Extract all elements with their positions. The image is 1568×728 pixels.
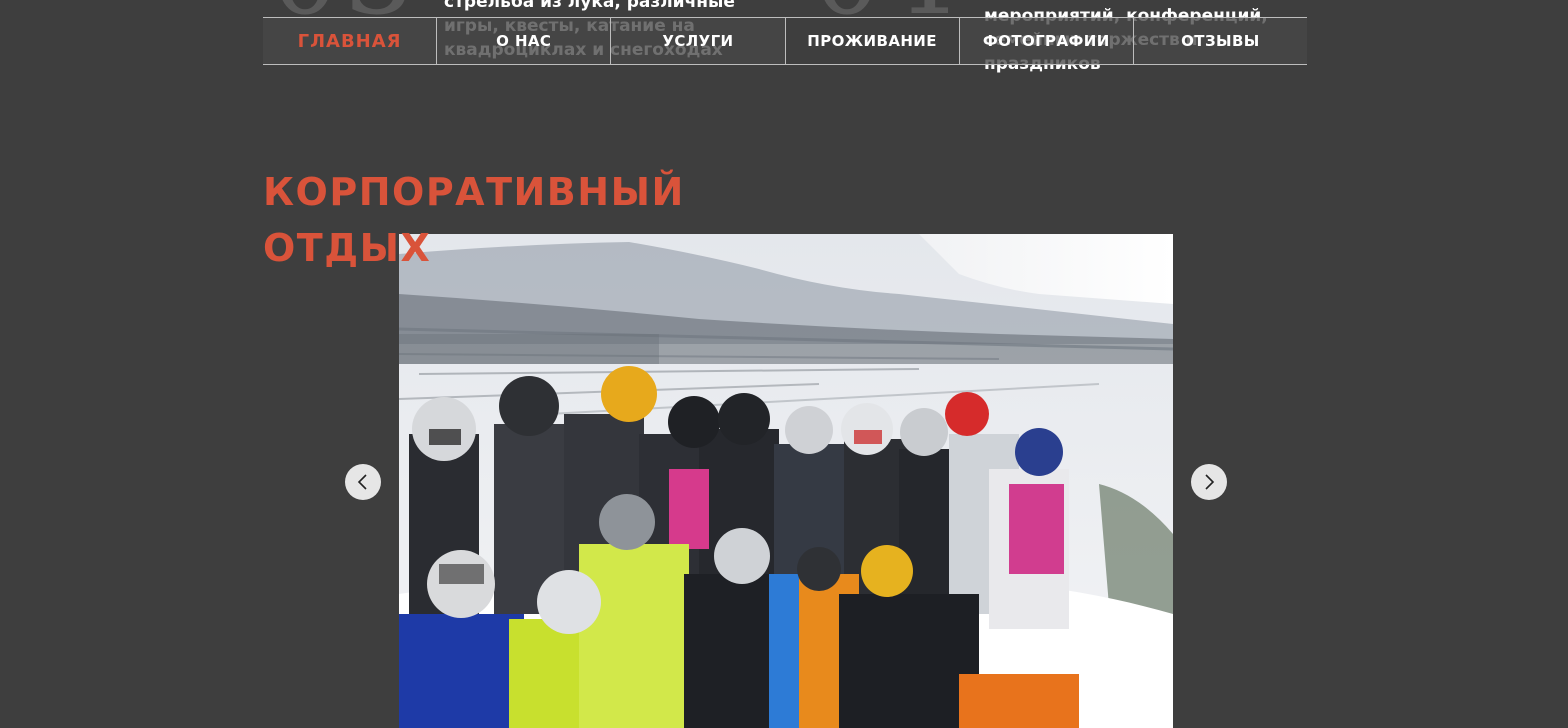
main-navigation: ГЛАВНАЯ О НАС УСЛУГИ ПРОЖИВАНИЕ ФОТОГРАФ…: [263, 17, 1308, 65]
nav-item-home[interactable]: ГЛАВНАЯ: [263, 18, 437, 64]
chevron-left-icon: [356, 473, 370, 491]
nav-item-photos[interactable]: ФОТОГРАФИИ: [958, 18, 1133, 64]
slider-photo: [399, 234, 1173, 728]
slider-next-button[interactable]: [1191, 464, 1227, 500]
slider-prev-button[interactable]: [345, 464, 381, 500]
nav-item-accommodation[interactable]: ПРОЖИВАНИЕ: [784, 18, 959, 64]
nav-item-reviews[interactable]: ОТЗЫВЫ: [1132, 18, 1308, 64]
nav-item-about[interactable]: О НАС: [436, 18, 611, 64]
section-title: КОРПОРАТИВНЫЙ ОТДЫХ: [263, 170, 685, 270]
nav-item-services[interactable]: УСЛУГИ: [610, 18, 785, 64]
chevron-right-icon: [1202, 473, 1216, 491]
